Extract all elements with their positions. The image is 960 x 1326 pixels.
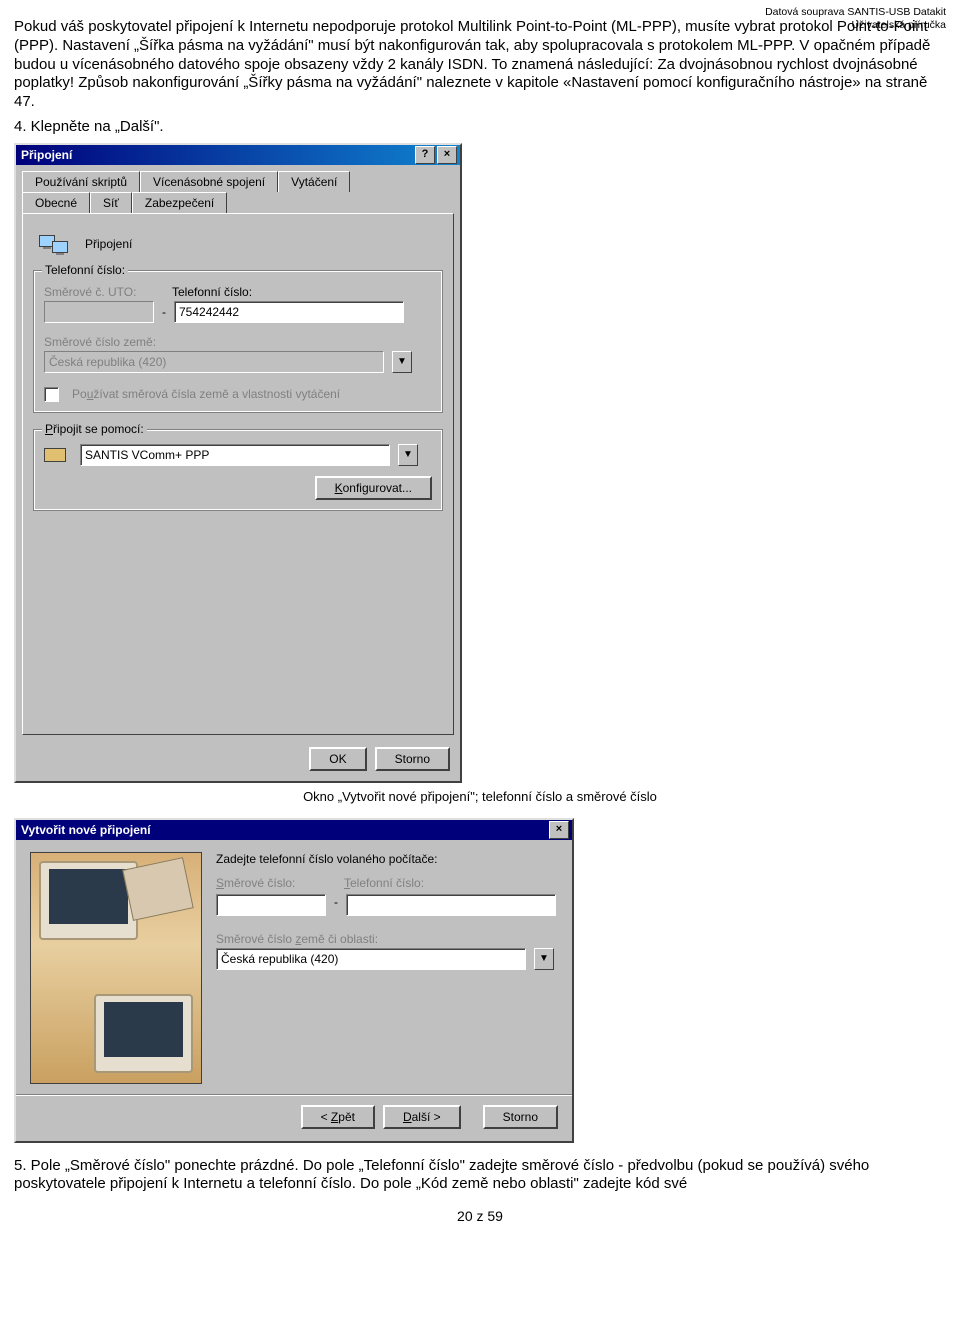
- page-number: 20 z 59: [14, 1200, 946, 1234]
- connect-using-group: Připojit se pomocí: SANTIS VComm+ PPP ▼ …: [33, 429, 443, 511]
- configure-button[interactable]: Konfigurovat...: [315, 476, 432, 500]
- paragraph-2: 5. Pole „Směrové číslo" ponechte prázdné…: [14, 1157, 946, 1195]
- wiz-cancel-button[interactable]: Storno: [483, 1105, 558, 1129]
- phone-number-input[interactable]: 754242442: [174, 301, 404, 323]
- close-button[interactable]: ×: [437, 146, 457, 164]
- country-code-label: Směrové číslo země:: [44, 335, 156, 349]
- wiz-country-label: Směrové číslo země či oblasti:: [216, 932, 558, 946]
- phone-group: Telefonní číslo: Směrové č. UTO: Telefon…: [33, 270, 443, 413]
- back-button[interactable]: < Zpět: [301, 1105, 375, 1129]
- doc-header-line1: Datová souprava SANTIS-USB Datakit: [765, 6, 946, 19]
- doc-header: Datová souprava SANTIS-USB Datakit Uživa…: [765, 6, 946, 32]
- tab-general[interactable]: Obecné: [22, 192, 90, 213]
- phone-number-label: Telefonní číslo:: [172, 285, 252, 299]
- use-area-codes-checkbox[interactable]: [44, 387, 59, 402]
- wiz-phone-label: Telefonní číslo:: [344, 876, 424, 890]
- cancel-button[interactable]: Storno: [375, 747, 450, 771]
- dialog1-titlebar: Připojení ? ×: [16, 145, 460, 165]
- figure-caption-1: Okno „Vytvořit nové připojení"; telefonn…: [14, 789, 946, 804]
- doc-header-line2: Uživatelská příručka: [765, 19, 946, 32]
- tab-multilink[interactable]: Vícenásobné spojení: [140, 171, 278, 192]
- wiz-country-dropdown-button[interactable]: ▼: [534, 948, 554, 970]
- area-code-label: Směrové č. UTO:: [44, 285, 164, 299]
- connect-using-legend: Připojit se pomocí:: [42, 422, 147, 436]
- dialog2-titlebar: Vytvořit nové připojení ×: [16, 820, 572, 840]
- wiz-dash: -: [334, 895, 338, 909]
- next-button[interactable]: Další >: [383, 1105, 461, 1129]
- phone-group-legend: Telefonní číslo:: [42, 263, 128, 277]
- step-4: 4. Klepněte na „Další".: [14, 118, 946, 137]
- country-code-select: Česká republika (420): [44, 351, 384, 373]
- close-button-2[interactable]: ×: [549, 821, 569, 839]
- dialog2-title: Vytvořit nové připojení: [19, 823, 547, 837]
- connection-label: Připojení: [85, 237, 132, 251]
- wiz-area-input[interactable]: [216, 894, 326, 916]
- device-select[interactable]: SANTIS VComm+ PPP: [80, 444, 390, 466]
- connection-properties-dialog: Připojení ? × Používání skriptů Vícenáso…: [14, 143, 462, 783]
- wizard-illustration: [30, 852, 202, 1084]
- dialog1-title: Připojení: [19, 148, 413, 162]
- help-button[interactable]: ?: [415, 146, 435, 164]
- ok-button[interactable]: OK: [309, 747, 366, 771]
- tab-scripting[interactable]: Používání skriptů: [22, 171, 140, 192]
- modem-icon: [44, 448, 66, 462]
- device-dropdown-button[interactable]: ▼: [398, 444, 418, 466]
- wizard-prompt: Zadejte telefonní číslo volaného počítač…: [216, 852, 558, 866]
- use-area-codes-label: Používat směrová čísla země a vlastnosti…: [72, 387, 340, 401]
- tab-network[interactable]: Síť: [90, 192, 132, 213]
- wiz-country-select[interactable]: Česká republika (420): [216, 948, 526, 970]
- area-code-input: [44, 301, 154, 323]
- connection-icon: [37, 228, 69, 260]
- phone-dash: -: [162, 305, 166, 319]
- tab-security[interactable]: Zabezpečení: [132, 192, 227, 213]
- general-panel: Připojení Telefonní číslo: Směrové č. UT…: [22, 213, 454, 735]
- country-dropdown-button: ▼: [392, 351, 412, 373]
- wiz-phone-input[interactable]: [346, 894, 556, 916]
- new-connection-wizard: Vytvořit nové připojení × Zadejte telefo…: [14, 818, 574, 1143]
- wiz-area-label: Směrové číslo:: [216, 876, 336, 890]
- tab-dialing[interactable]: Vytáčení: [278, 171, 350, 192]
